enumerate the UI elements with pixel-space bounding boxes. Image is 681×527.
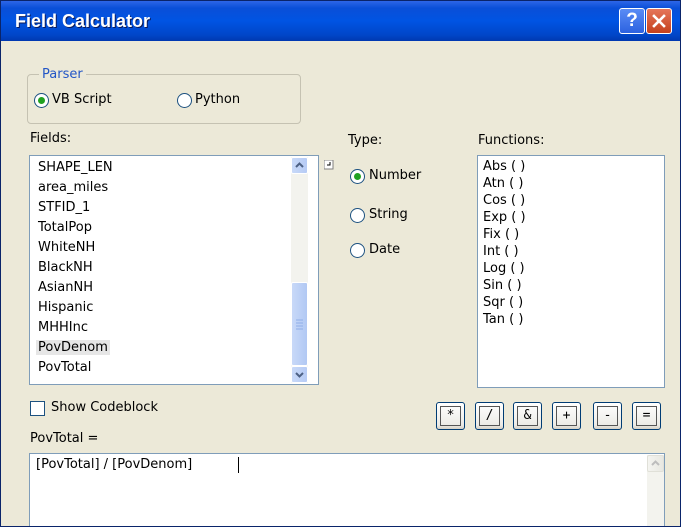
chevron-up-icon	[651, 460, 660, 466]
window-title: Field Calculator	[15, 11, 151, 31]
expression-input[interactable]: [PovTotal] / [PovDenom]	[29, 453, 665, 526]
radio-vb-script[interactable]	[34, 93, 49, 108]
show-codeblock-checkbox[interactable]	[30, 401, 45, 416]
operator-multiply-button[interactable]: *	[436, 402, 465, 430]
radio-selected-dot	[354, 173, 361, 180]
operator-concat-button[interactable]: &	[513, 402, 542, 430]
field-item[interactable]: SHAPE_LEN	[38, 160, 113, 175]
function-item[interactable]: Tan ( )	[483, 312, 523, 327]
function-item[interactable]: Fix ( )	[483, 227, 519, 242]
function-item[interactable]: Cos ( )	[483, 193, 525, 208]
add-field-icon[interactable]	[324, 160, 334, 170]
operator-divide-button[interactable]: /	[475, 402, 504, 430]
close-icon	[652, 14, 666, 28]
title-bar[interactable]: Field Calculator ?	[1, 1, 680, 41]
radio-type-date-label[interactable]: Date	[369, 242, 400, 257]
radio-python[interactable]	[177, 93, 192, 108]
field-item[interactable]: PovTotal	[38, 360, 91, 375]
radio-type-number-label[interactable]: Number	[369, 168, 421, 183]
field-calculator-dialog: Field Calculator ? Parser VB Script Pyth…	[0, 0, 681, 527]
function-item[interactable]: Abs ( )	[483, 159, 525, 174]
function-item[interactable]: Sqr ( )	[483, 295, 523, 310]
expression-text[interactable]: [PovTotal] / [PovDenom]	[36, 457, 192, 472]
radio-type-number[interactable]	[350, 169, 365, 184]
field-item[interactable]: area_miles	[38, 180, 108, 195]
functions-label: Functions:	[478, 133, 545, 148]
radio-selected-dot	[38, 97, 45, 104]
field-item[interactable]: AsianNH	[38, 280, 93, 295]
function-item[interactable]: Atn ( )	[483, 176, 523, 191]
function-item[interactable]: Log ( )	[483, 261, 525, 276]
show-codeblock-label[interactable]: Show Codeblock	[51, 400, 158, 415]
operator-equals-label: =	[642, 408, 651, 423]
field-item-selected[interactable]: PovDenom	[36, 340, 110, 355]
scroll-thumb[interactable]	[291, 282, 308, 366]
operator-add-label: +	[562, 408, 571, 423]
field-item[interactable]: MHHInc	[38, 320, 88, 335]
expression-scroll-up-button[interactable]	[647, 455, 664, 472]
scroll-up-button[interactable]	[291, 157, 308, 174]
functions-list[interactable]: Abs ( ) Atn ( ) Cos ( ) Exp ( ) Fix ( ) …	[477, 155, 665, 388]
chevron-up-icon	[295, 162, 304, 168]
operator-multiply-label: *	[446, 408, 455, 423]
operator-subtract-button[interactable]: -	[593, 402, 622, 430]
radio-type-string[interactable]	[350, 208, 365, 223]
fields-list[interactable]: SHAPE_LEN area_miles STFID_1 TotalPop Wh…	[29, 155, 319, 385]
radio-type-string-label[interactable]: String	[369, 207, 408, 222]
radio-type-date[interactable]	[350, 243, 365, 258]
operator-add-button[interactable]: +	[552, 402, 581, 430]
help-button[interactable]: ?	[619, 8, 645, 34]
chevron-down-icon	[295, 372, 304, 378]
field-item[interactable]: Hispanic	[38, 300, 93, 315]
fields-scrollbar[interactable]	[291, 157, 308, 383]
help-icon: ?	[626, 10, 638, 31]
scroll-down-button[interactable]	[291, 366, 308, 383]
expression-scrollbar[interactable]	[647, 455, 664, 526]
function-item[interactable]: Int ( )	[483, 244, 519, 259]
operator-subtract-label: -	[603, 408, 612, 423]
parser-legend: Parser	[39, 67, 86, 82]
close-button[interactable]	[646, 8, 672, 34]
operator-concat-label: &	[523, 408, 532, 423]
field-item[interactable]: WhiteNH	[38, 240, 95, 255]
type-label: Type:	[348, 133, 383, 148]
fields-label: Fields:	[30, 131, 72, 146]
grip-icon	[296, 319, 303, 330]
expression-label: PovTotal =	[30, 431, 99, 446]
radio-vb-script-label[interactable]: VB Script	[52, 92, 112, 107]
field-item[interactable]: BlackNH	[38, 260, 93, 275]
operator-equals-button[interactable]: =	[632, 402, 661, 430]
function-item[interactable]: Sin ( )	[483, 278, 522, 293]
function-item[interactable]: Exp ( )	[483, 210, 526, 225]
radio-python-label[interactable]: Python	[195, 92, 240, 107]
operator-divide-label: /	[485, 408, 494, 423]
text-caret	[238, 457, 239, 473]
field-item[interactable]: STFID_1	[38, 200, 90, 215]
field-item[interactable]: TotalPop	[38, 220, 92, 235]
